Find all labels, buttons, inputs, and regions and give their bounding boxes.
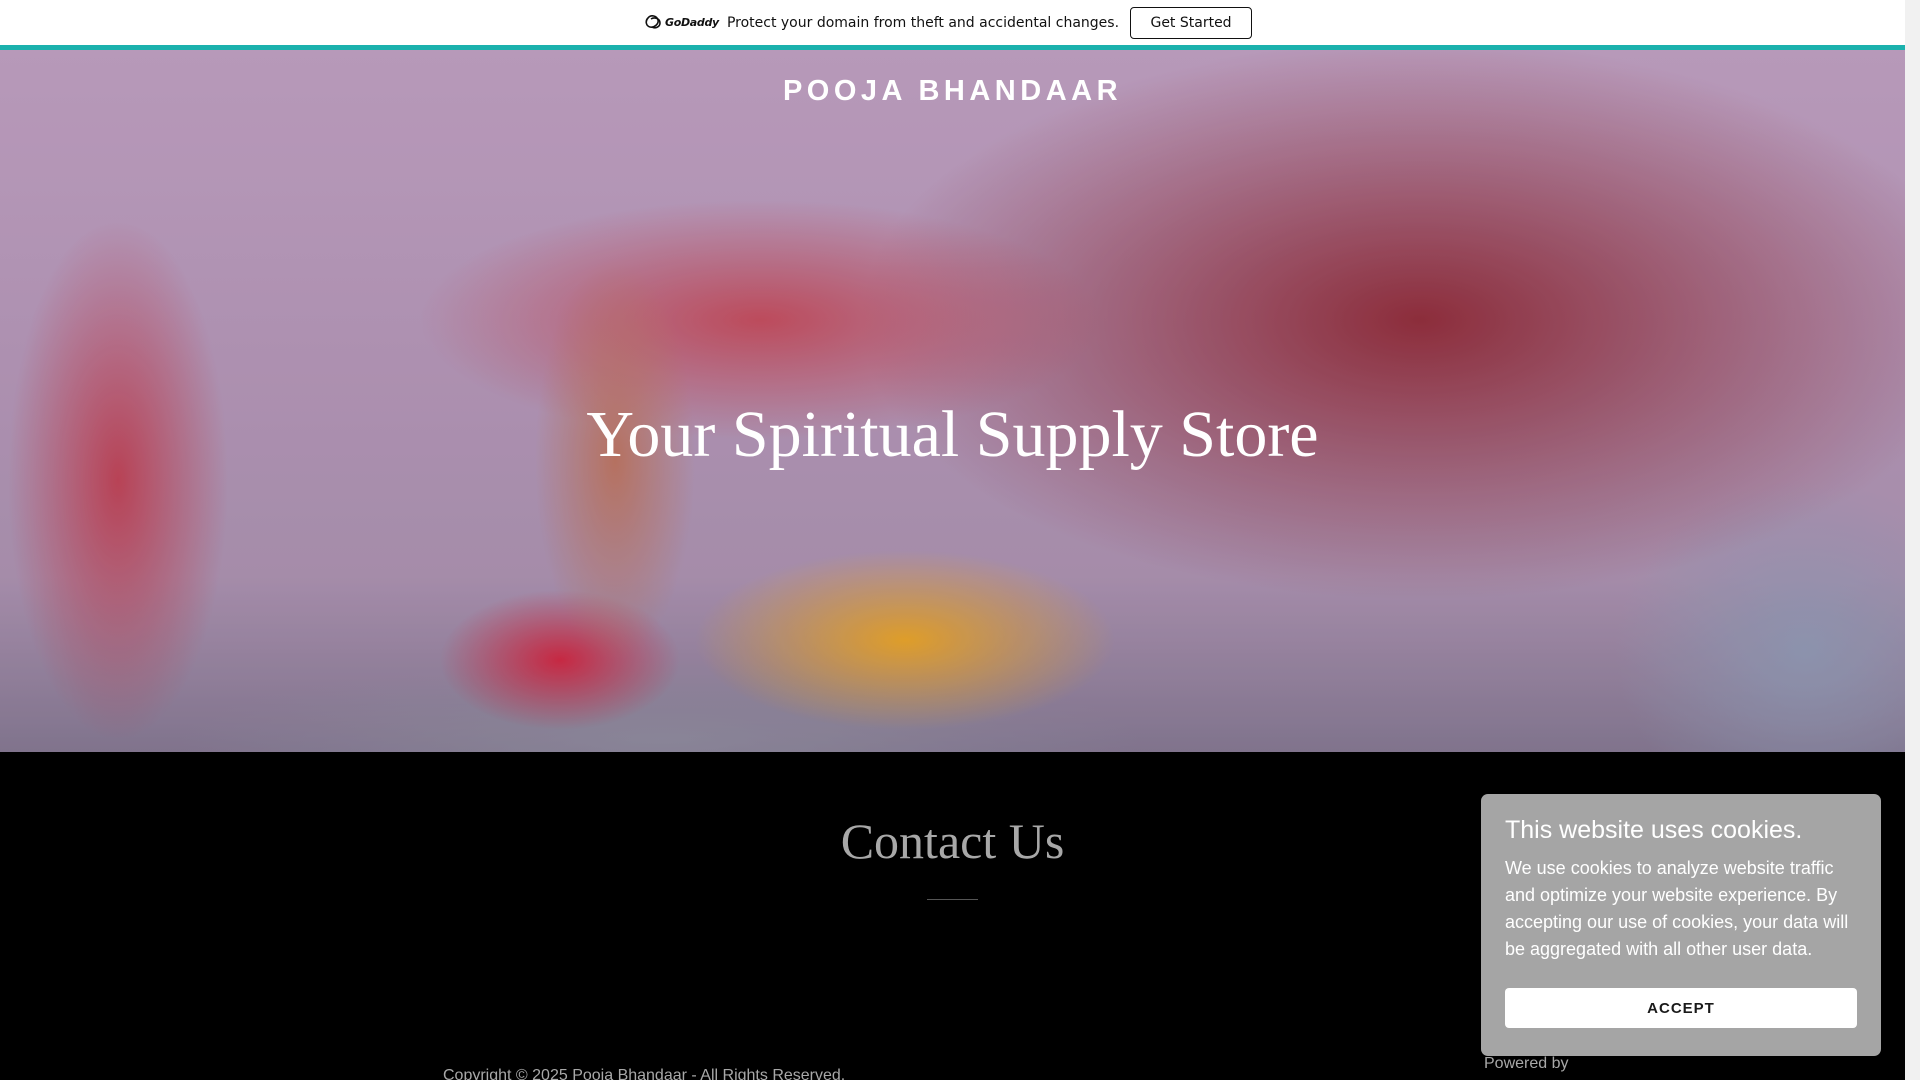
promo-banner-content: GoDaddy Protect your domain from theft a… xyxy=(645,6,1253,39)
copyright-text: Copyright © 2025 Pooja Bhandaar - All Ri… xyxy=(443,1067,846,1080)
godaddy-logo: GoDaddy xyxy=(645,14,719,31)
heading-divider xyxy=(927,899,978,900)
powered-by-text: Powered by xyxy=(1484,1055,1569,1072)
site-title[interactable]: POOJA BHANDAAR xyxy=(0,75,1905,108)
promo-banner: GoDaddy Protect your domain from theft a… xyxy=(0,0,1905,50)
accept-cookies-button[interactable]: ACCEPT xyxy=(1505,988,1857,1028)
cookie-title: This website uses cookies. xyxy=(1505,816,1803,844)
promo-message: Protect your domain from theft and accid… xyxy=(726,14,1120,31)
hero-section: POOJA BHANDAAR Your Spiritual Supply Sto… xyxy=(0,50,1905,752)
cookie-notice: This website uses cookies. We use cookie… xyxy=(1481,794,1881,1056)
page: GoDaddy Protect your domain from theft a… xyxy=(0,0,1920,1080)
scrollbar[interactable] xyxy=(1905,0,1920,1080)
get-started-button[interactable]: Get Started xyxy=(1130,6,1253,39)
cookie-body: We use cookies to analyze website traffi… xyxy=(1505,858,1849,959)
godaddy-logo-text: GoDaddy xyxy=(664,16,719,29)
godaddy-icon xyxy=(645,14,661,29)
hero-tagline: Your Spiritual Supply Store xyxy=(586,398,1319,471)
